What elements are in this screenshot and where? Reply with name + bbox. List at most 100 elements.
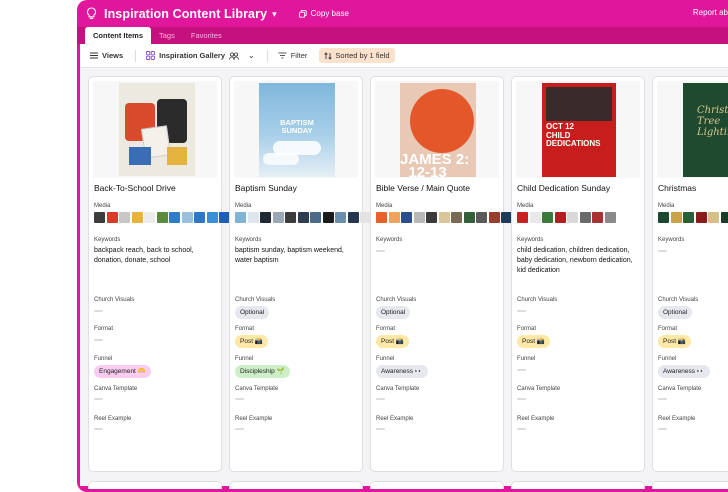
- media-thumbnail[interactable]: [426, 212, 437, 223]
- media-thumbnail[interactable]: [119, 212, 130, 223]
- report-abuse-link[interactable]: Report ab: [693, 8, 728, 17]
- gallery-card[interactable]: [88, 481, 222, 489]
- media-thumbnail[interactable]: [335, 212, 346, 223]
- views-button[interactable]: Views: [90, 51, 123, 60]
- media-thumbnail[interactable]: [517, 212, 528, 223]
- empty-value: [94, 428, 103, 430]
- top-bar: Inspiration Content Library ▾ Copy base …: [77, 0, 728, 27]
- toolbar-divider: [266, 49, 268, 62]
- empty-value: [94, 398, 103, 400]
- media-thumbnail[interactable]: [169, 212, 180, 223]
- church-visuals-tag: Optional: [376, 306, 411, 319]
- canva-template-label: Canva Template: [94, 386, 138, 392]
- reel-example-label: Reel Example: [658, 416, 696, 422]
- tab-content-items[interactable]: Content Items: [85, 27, 152, 44]
- media-thumbnail[interactable]: [347, 212, 359, 223]
- media-thumbnail[interactable]: [604, 212, 616, 223]
- funnel-tag: Awareness 👀: [376, 365, 428, 378]
- empty-value: [658, 250, 667, 252]
- media-thumbnail[interactable]: [272, 212, 284, 223]
- church-visuals-label: Church Visuals: [235, 297, 276, 303]
- gallery-card[interactable]: [229, 481, 363, 489]
- media-thumbnail[interactable]: [322, 212, 334, 223]
- funnel-label: Funnel: [517, 356, 536, 362]
- media-thumbnail[interactable]: [235, 212, 246, 223]
- media-thumbnail[interactable]: [438, 212, 450, 223]
- reel-example-label: Reel Example: [235, 416, 273, 422]
- media-thumbnail[interactable]: [476, 212, 487, 223]
- media-thumbnail[interactable]: [131, 212, 143, 223]
- media-thumbnail[interactable]: [579, 212, 591, 223]
- gallery-card[interactable]: JAMES 2: 12-13 Bible Verse / Main Quote M…: [370, 76, 537, 472]
- media-thumbnail[interactable]: [658, 212, 669, 223]
- media-thumbnail[interactable]: [554, 212, 566, 223]
- media-thumbnail[interactable]: [144, 212, 155, 223]
- media-thumbnail[interactable]: [413, 212, 425, 223]
- tab-favorites[interactable]: Favorites: [183, 27, 230, 44]
- base-title[interactable]: Inspiration Content Library: [104, 7, 267, 21]
- empty-value: [517, 398, 526, 400]
- media-thumbnail[interactable]: [695, 212, 707, 223]
- media-thumbnail[interactable]: [720, 212, 728, 223]
- gallery-card[interactable]: [652, 481, 728, 489]
- card-cover-image[interactable]: ChristmasTreeLighting: [657, 81, 728, 178]
- media-label: Media: [235, 203, 252, 209]
- gallery-card[interactable]: OCT 12 CHILD DEDICATIONS Child Dedication …: [511, 76, 645, 472]
- view-switcher[interactable]: Inspiration Gallery ⌄: [146, 51, 255, 60]
- format-tag: Post 📸: [517, 335, 550, 348]
- media-thumbnail[interactable]: [206, 212, 218, 223]
- media-thumbnail[interactable]: [194, 212, 205, 223]
- empty-value: [94, 339, 103, 341]
- canva-template-label: Canva Template: [517, 386, 561, 392]
- media-thumbnail[interactable]: [181, 212, 193, 223]
- copy-base-button[interactable]: Copy base: [298, 9, 349, 18]
- media-thumbnail[interactable]: [592, 212, 603, 223]
- media-label: Media: [658, 203, 675, 209]
- gallery-card[interactable]: Back-To-School Drive Media Keywords backpac…: [88, 76, 255, 472]
- media-thumbnail[interactable]: [94, 212, 105, 223]
- media-thumbnail[interactable]: [451, 212, 462, 223]
- gallery-card[interactable]: ChristmasTreeLighting Christmas Media Keyw…: [652, 76, 728, 472]
- media-thumbnail[interactable]: [388, 212, 400, 223]
- media-thumbnail[interactable]: [542, 212, 553, 223]
- media-thumbnail[interactable]: [529, 212, 541, 223]
- media-thumbnail[interactable]: [567, 212, 578, 223]
- funnel-tag: Awareness 👀: [658, 365, 710, 378]
- gallery-card[interactable]: BAPTISM SUNDAY Baptism Sunday Media Keyword…: [229, 76, 384, 472]
- card-title: Child Dedication Sunday: [517, 183, 611, 193]
- media-thumbnail[interactable]: [683, 212, 694, 223]
- format-label: Format: [517, 326, 537, 332]
- empty-value: [517, 310, 526, 312]
- funnel-label: Funnel: [376, 356, 395, 362]
- reel-example-label: Reel Example: [376, 416, 414, 422]
- media-thumbnail[interactable]: [376, 212, 387, 223]
- filter-button[interactable]: Filter: [278, 51, 307, 60]
- media-thumbnail[interactable]: [463, 212, 475, 223]
- media-thumbnail[interactable]: [401, 212, 412, 223]
- empty-value: [376, 398, 385, 400]
- card-cover-image[interactable]: BAPTISM SUNDAY: [234, 81, 358, 178]
- media-thumbnail[interactable]: [297, 212, 309, 223]
- media-thumbnail[interactable]: [310, 212, 321, 223]
- media-thumbnail[interactable]: [156, 212, 168, 223]
- card-cover-image[interactable]: JAMES 2: 12-13: [375, 81, 499, 178]
- media-thumbnail[interactable]: [708, 212, 719, 223]
- media-thumbnail[interactable]: [106, 212, 118, 223]
- card-cover-image[interactable]: OCT 12 CHILD DEDICATIONS: [516, 81, 640, 178]
- sort-label: Sorted by 1 field: [335, 51, 390, 60]
- content-area: Views Inspiration Gallery ⌄ Filter Sorte…: [80, 44, 728, 489]
- gallery-card[interactable]: [511, 481, 645, 489]
- media-thumbnail[interactable]: [247, 212, 259, 223]
- toolbar-divider: [135, 49, 137, 62]
- collaborators-icon: [229, 51, 239, 60]
- media-thumbnail[interactable]: [670, 212, 682, 223]
- church-visuals-label: Church Visuals: [517, 297, 558, 303]
- card-cover-image[interactable]: [93, 81, 217, 178]
- gallery-card[interactable]: [370, 481, 504, 489]
- media-thumbnail[interactable]: [260, 212, 271, 223]
- media-thumbnail[interactable]: [488, 212, 500, 223]
- media-thumbnail[interactable]: [285, 212, 296, 223]
- tab-tags[interactable]: Tags: [151, 27, 183, 44]
- sort-button[interactable]: Sorted by 1 field: [319, 48, 395, 63]
- chevron-down-icon[interactable]: ▾: [272, 9, 277, 20]
